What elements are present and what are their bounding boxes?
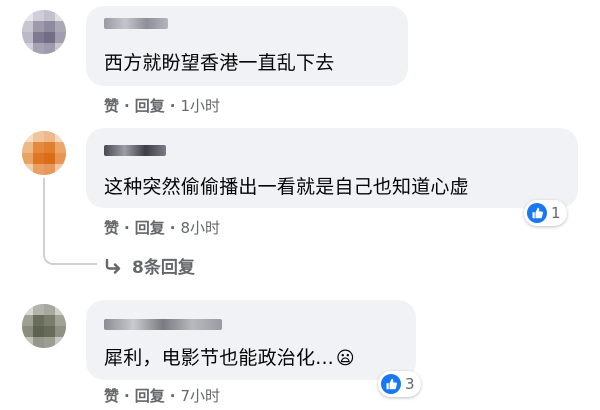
avatar[interactable] xyxy=(22,10,66,54)
avatar[interactable] xyxy=(22,131,66,175)
reaction-count: 3 xyxy=(405,375,415,393)
comment-section: 西方就盼望香港一直乱下去 赞 · 回复 · 1小时 这种突然偷偷播出一看就是自己… xyxy=(0,0,600,410)
like-button[interactable]: 赞 xyxy=(104,95,119,116)
comment-text-body: 犀利，电影节也能政治化... xyxy=(104,347,334,369)
reaction-count-badge[interactable]: 3 xyxy=(378,371,421,397)
reply-button[interactable]: 回复 xyxy=(135,385,165,406)
reply-arrow-icon xyxy=(104,258,122,274)
author-name-redacted[interactable] xyxy=(104,319,222,330)
reply-button[interactable]: 回复 xyxy=(135,217,165,238)
comment-bubble: 西方就盼望香港一直乱下去 xyxy=(86,6,408,86)
separator: · xyxy=(124,96,130,115)
timestamp[interactable]: 8小时 xyxy=(180,217,220,238)
avatar[interactable] xyxy=(22,304,66,348)
separator: · xyxy=(124,218,130,237)
like-icon xyxy=(381,374,401,394)
comment-bubble: 犀利，电影节也能政治化... 😦 xyxy=(86,300,416,380)
comment-text: 这种突然偷偷播出一看就是自己也知道心虚 xyxy=(104,176,469,198)
like-icon xyxy=(527,203,547,223)
reaction-count: 1 xyxy=(551,204,561,222)
author-name-redacted[interactable] xyxy=(104,18,168,29)
comment-bubble: 这种突然偷偷播出一看就是自己也知道心虚 xyxy=(86,128,578,208)
comment-text: 西方就盼望香港一直乱下去 xyxy=(104,52,335,74)
like-button[interactable]: 赞 xyxy=(104,385,119,406)
reply-button[interactable]: 回复 xyxy=(135,95,165,116)
sad-face-emoji: 😦 xyxy=(335,348,355,369)
reaction-count-badge[interactable]: 1 xyxy=(524,200,567,226)
view-replies-link[interactable]: 8条回复 xyxy=(104,253,195,278)
comment-text: 犀利，电影节也能政治化... 😦 xyxy=(104,343,355,370)
comment-actions: 赞 · 回复 · 7小时 xyxy=(104,385,220,406)
replies-count-label: 8条回复 xyxy=(132,258,195,278)
comment-actions: 赞 · 回复 · 8小时 xyxy=(104,217,220,238)
separator: · xyxy=(169,386,176,405)
separator: · xyxy=(169,96,176,115)
separator: · xyxy=(169,218,176,237)
thread-connector-line xyxy=(43,178,97,265)
timestamp[interactable]: 7小时 xyxy=(180,385,220,406)
like-button[interactable]: 赞 xyxy=(104,217,119,238)
separator: · xyxy=(124,386,130,405)
timestamp[interactable]: 1小时 xyxy=(180,95,220,116)
comment-actions: 赞 · 回复 · 1小时 xyxy=(104,95,220,116)
author-name-redacted[interactable] xyxy=(104,145,166,156)
